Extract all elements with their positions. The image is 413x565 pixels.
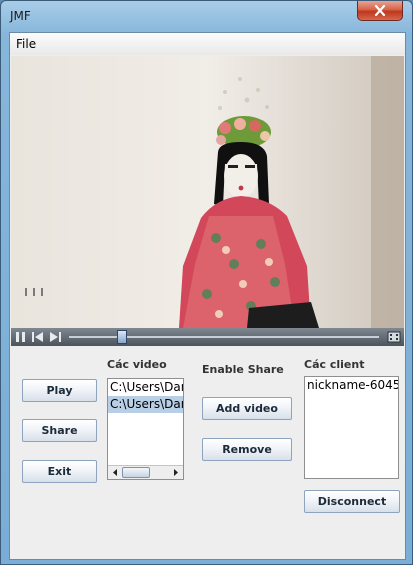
content-pane: File Play Share Exit Các video C:\Users\…: [9, 32, 406, 560]
close-button[interactable]: [357, 1, 403, 21]
videos-label: Các video: [107, 358, 167, 371]
seek-slider[interactable]: [117, 330, 127, 344]
menu-bar: File: [10, 33, 405, 55]
enable-share-label: Enable Share: [202, 363, 284, 376]
pause-icon[interactable]: [15, 330, 27, 344]
player-controls: [11, 328, 404, 346]
video-display: [11, 56, 404, 328]
list-item[interactable]: C:\Users\Dan: [108, 379, 183, 396]
video-list[interactable]: C:\Users\Dan C:\Users\Dan: [107, 378, 184, 480]
disconnect-button[interactable]: Disconnect: [304, 490, 400, 513]
menu-file[interactable]: File: [16, 37, 36, 51]
step-forward-icon[interactable]: [48, 330, 62, 344]
play-button[interactable]: Play: [22, 379, 97, 402]
share-button[interactable]: Share: [22, 419, 97, 442]
close-icon: [374, 5, 386, 16]
list-item[interactable]: nickname-6045: [305, 377, 398, 394]
window-title: JMF: [10, 9, 31, 23]
scrollbar-thumb[interactable]: [122, 467, 150, 478]
add-video-button[interactable]: Add video: [202, 397, 292, 420]
client-list[interactable]: nickname-6045: [304, 376, 399, 479]
list-item[interactable]: C:\Users\Dan: [108, 396, 183, 413]
exit-button[interactable]: Exit: [22, 460, 97, 483]
media-properties-icon[interactable]: [387, 330, 401, 344]
clients-label: Các client: [304, 358, 365, 371]
scroll-left-icon[interactable]: [109, 467, 121, 478]
seek-track[interactable]: [69, 336, 379, 338]
video-frame: [11, 56, 404, 328]
scroll-right-icon[interactable]: [170, 467, 182, 478]
app-window: JMF File Play Share Exit Các video C:\Us…: [0, 0, 413, 565]
title-bar[interactable]: JMF: [1, 1, 412, 31]
remove-button[interactable]: Remove: [202, 438, 292, 461]
horizontal-scrollbar[interactable]: [108, 465, 183, 479]
step-back-icon[interactable]: [31, 330, 45, 344]
